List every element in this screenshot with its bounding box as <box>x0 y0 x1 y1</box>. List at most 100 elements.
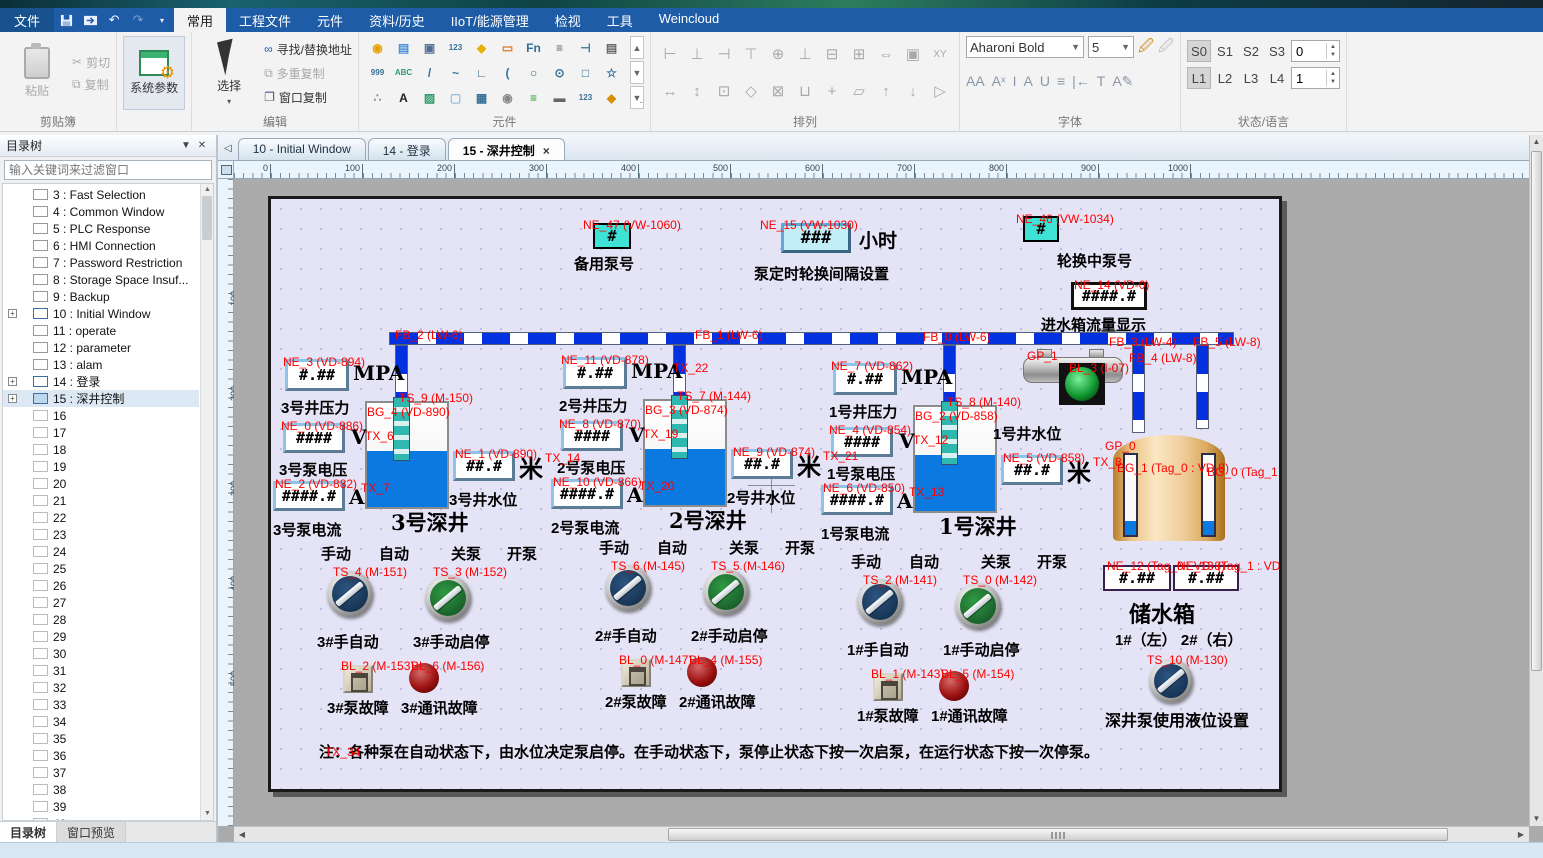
level-bargraph[interactable] <box>1123 453 1138 537</box>
xy-icon[interactable]: XY <box>933 49 946 60</box>
bit-lamp-icon[interactable]: ◉ <box>365 36 390 59</box>
panel-tab-窗口预览[interactable]: 窗口预览 <box>57 822 126 842</box>
tree-item-29[interactable]: 29 <box>3 628 199 645</box>
switch-position-label[interactable]: 开泵 <box>785 537 815 558</box>
window-tab-14 - 登录[interactable]: 14 - 登录 <box>368 138 446 160</box>
switch-position-label[interactable]: 开泵 <box>507 543 537 564</box>
toolbox-scroll-down-icon[interactable]: ▼ <box>630 61 644 84</box>
tree-item-5[interactable]: 5 : PLC Response <box>3 220 199 237</box>
wave-icon[interactable]: ~ <box>443 61 468 84</box>
set-bit-icon[interactable]: ▣ <box>417 36 442 59</box>
rotate-icon[interactable]: ◇ <box>745 82 757 100</box>
spin-up-icon[interactable]: ▲ <box>1327 70 1339 78</box>
numeric-display[interactable]: #### <box>831 427 893 457</box>
window-tab-10 - Initial Window[interactable]: 10 - Initial Window <box>238 138 366 160</box>
tree-item-37[interactable]: 37 <box>3 764 199 781</box>
panel-dropdown-icon[interactable]: ▼ <box>178 140 194 151</box>
branch-pipe[interactable] <box>1196 345 1209 429</box>
switch-caption[interactable]: 1#手动启停 <box>943 639 1020 660</box>
branch-pipe[interactable] <box>1132 345 1145 433</box>
menu-tab-元件[interactable]: 元件 <box>304 8 356 32</box>
spin-down-icon[interactable]: ▼ <box>1327 51 1339 59</box>
same-size-icon[interactable]: ▣ <box>906 45 920 63</box>
numeric-display[interactable]: #.## <box>563 357 627 389</box>
scrollbar-thumb[interactable] <box>1531 151 1542 671</box>
tree-item-11[interactable]: 11 : operate <box>3 322 199 339</box>
language-button-L2[interactable]: L2 <box>1213 67 1237 89</box>
scroll-left-icon[interactable]: ◀ <box>234 827 250 842</box>
switch-position-label[interactable]: 手动 <box>851 551 881 572</box>
level-setting-switch[interactable] <box>1149 659 1193 703</box>
numeric-display[interactable]: ####.# <box>821 485 893 515</box>
switch-position-label[interactable]: 关泵 <box>981 551 1011 572</box>
star-icon[interactable]: ☆ <box>599 61 624 84</box>
multi-copy-button[interactable]: ⧉多重复制 <box>264 62 352 84</box>
align-bottom-icon[interactable]: ⊥ <box>798 45 811 63</box>
switch-position-label[interactable]: 开泵 <box>1037 551 1067 572</box>
state-button-S0[interactable]: S0 <box>1187 40 1211 62</box>
layer-top-icon[interactable]: ↑ <box>882 83 890 100</box>
numeric-display[interactable]: ##.# <box>453 451 515 481</box>
menu-tab-常用[interactable]: 常用 <box>174 8 226 32</box>
switch-position-label[interactable]: 自动 <box>379 543 409 564</box>
layer-down-icon[interactable]: ↓ <box>909 83 917 100</box>
switch-position-label[interactable]: 手动 <box>321 543 351 564</box>
well-name[interactable]: 2号深井 <box>669 505 747 535</box>
switch-position-label[interactable]: 关泵 <box>729 537 759 558</box>
submersible-pump[interactable] <box>941 401 958 465</box>
unit-label[interactable]: V <box>351 425 367 449</box>
tree-item-31[interactable]: 31 <box>3 662 199 679</box>
tab-scroll-left-icon[interactable]: ◁ <box>224 143 232 154</box>
tree-item-30[interactable]: 30 <box>3 645 199 662</box>
tree-item-6[interactable]: 6 : HMI Connection <box>3 237 199 254</box>
scroll-down-icon[interactable]: ▼ <box>201 808 214 820</box>
unit-label[interactable]: A <box>897 489 913 513</box>
display-caption[interactable]: 泵定时轮换间隔设置 <box>754 263 889 284</box>
spin-down-icon[interactable]: ▼ <box>1327 78 1339 86</box>
line-icon[interactable]: / <box>417 61 442 84</box>
lamp-caption[interactable]: 2#通讯故障 <box>679 691 756 712</box>
unit-label[interactable]: 小时 <box>859 226 897 253</box>
unit-label[interactable]: V <box>899 429 915 453</box>
tree-scrollbar[interactable]: ▲ ▼ <box>200 184 213 820</box>
switch-caption[interactable]: 2#手自动 <box>595 625 657 646</box>
align-center-icon[interactable]: ⊥ <box>690 45 703 63</box>
numeric-display[interactable]: ### <box>781 223 851 253</box>
word-lamp-icon[interactable]: ▤ <box>391 36 416 59</box>
run-indicator-lamp[interactable] <box>1065 367 1099 401</box>
well-name[interactable]: 1号深井 <box>939 511 1017 541</box>
switch-caption[interactable]: 2#手动启停 <box>691 625 768 646</box>
numeric-display[interactable]: #.## <box>1173 565 1239 591</box>
state-spinner[interactable]: 0 ▲▼ <box>1291 40 1340 62</box>
switch-position-label[interactable]: 关泵 <box>451 543 481 564</box>
numeric-display[interactable]: ####.# <box>273 481 345 511</box>
clock-icon[interactable]: ⊙ <box>547 61 572 84</box>
space-h-icon[interactable]: ⊞ <box>853 45 866 63</box>
lamp-caption[interactable]: 3#通讯故障 <box>401 697 478 718</box>
unit-label[interactable]: MPA <box>631 359 682 383</box>
copy-button[interactable]: ⧉复制 <box>72 73 110 95</box>
scroll-right-icon[interactable]: ▶ <box>1513 827 1529 842</box>
switch-position-label[interactable]: 自动 <box>909 551 939 572</box>
tree-item-39[interactable]: 39 <box>3 798 199 815</box>
switch-position-label[interactable]: 手动 <box>599 537 629 558</box>
unit-label[interactable]: MPA <box>353 361 404 385</box>
close-tab-icon[interactable]: × <box>543 144 550 158</box>
setting-caption[interactable]: 深井泵使用液位设置 <box>1105 707 1249 731</box>
numeric-display[interactable]: ####.# <box>551 479 623 509</box>
tree-item-36[interactable]: 36 <box>3 747 199 764</box>
numeric-display[interactable]: #### <box>561 421 623 451</box>
panel-tab-目录树[interactable]: 目录树 <box>0 822 57 842</box>
toolbox-scroll-up-icon[interactable]: ▲ <box>630 36 644 59</box>
fault-indicator-button[interactable] <box>621 659 651 687</box>
lamp-caption[interactable]: 3#泵故障 <box>327 697 389 718</box>
tree-item-24[interactable]: 24 <box>3 543 199 560</box>
arc-icon[interactable]: ( <box>495 61 520 84</box>
keypad-icon[interactable]: ▬ <box>547 86 572 109</box>
tree-item-28[interactable]: 28 <box>3 611 199 628</box>
display-caption[interactable]: 1号泵电流 <box>821 523 889 544</box>
language-spinner[interactable]: 1 ▲▼ <box>1291 67 1340 89</box>
space-v-icon[interactable]: ⊟ <box>826 45 839 63</box>
display-caption[interactable]: 3号井压力 <box>281 397 349 418</box>
tree-item-32[interactable]: 32 <box>3 679 199 696</box>
